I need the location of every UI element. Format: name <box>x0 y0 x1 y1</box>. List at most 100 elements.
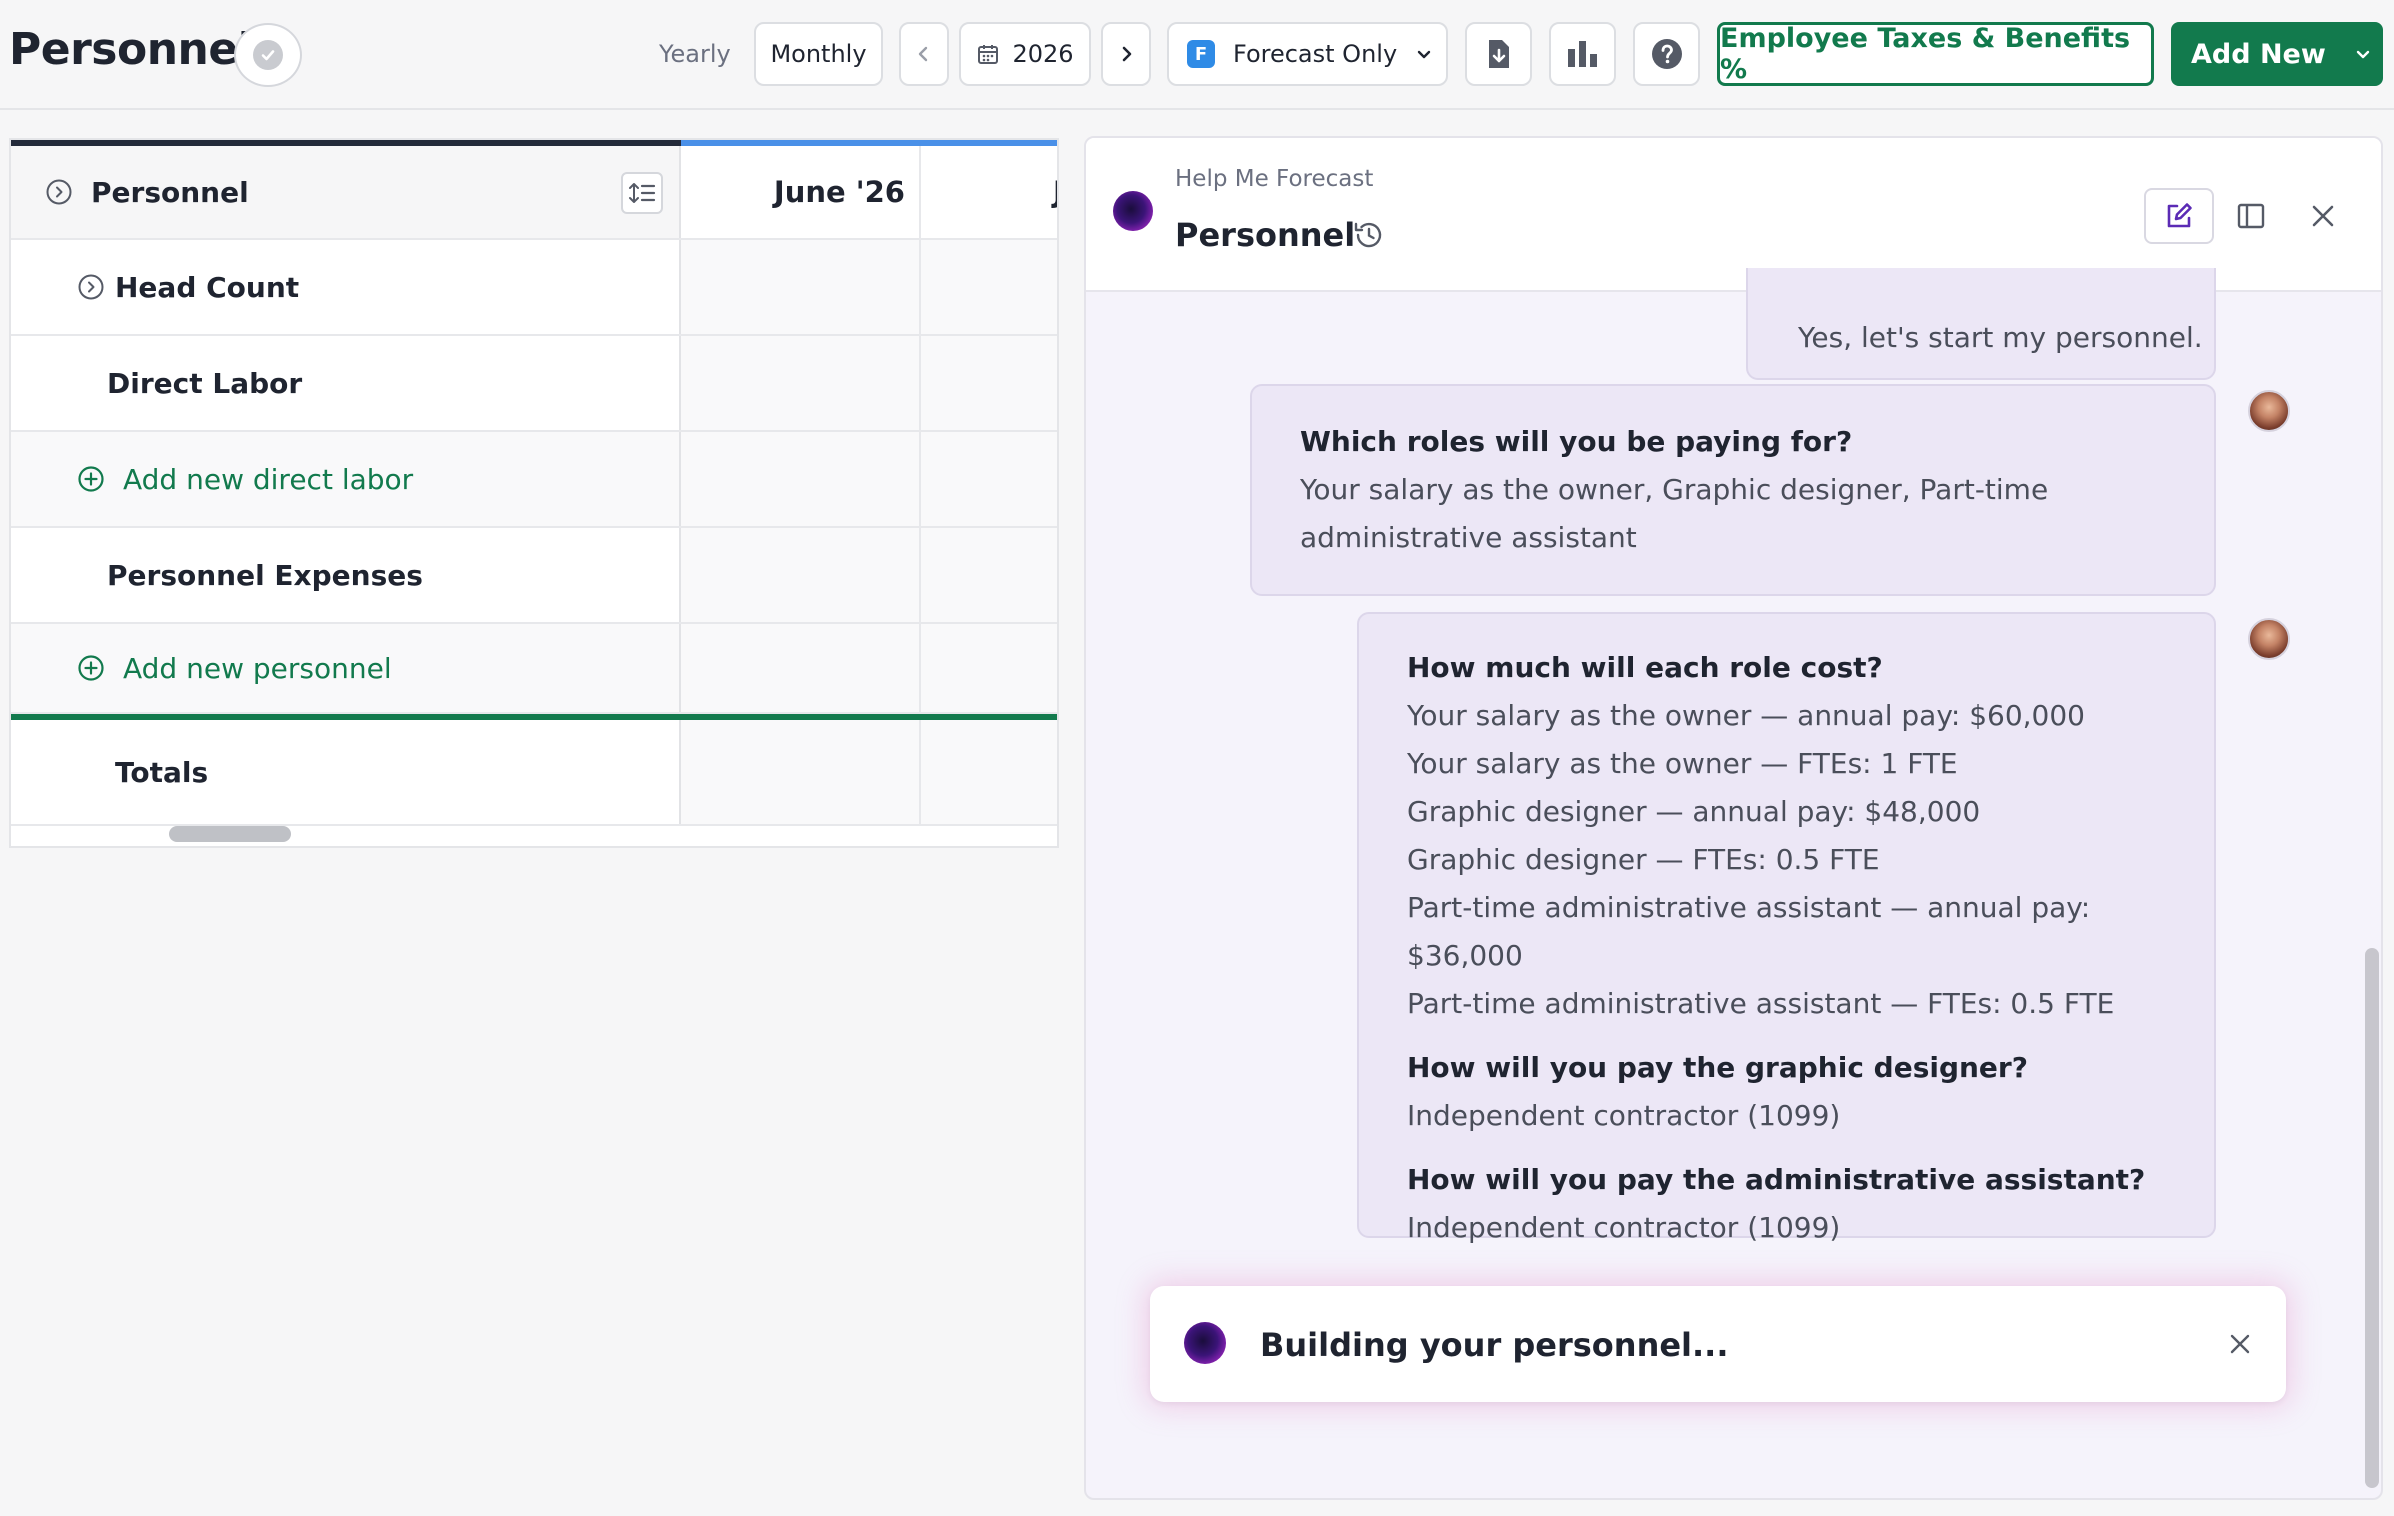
grid-cell <box>921 432 1057 526</box>
add-direct-labor-link[interactable]: Add new direct labor <box>77 463 413 496</box>
grid-cell <box>921 624 1057 712</box>
employee-taxes-benefits-button[interactable]: Employee Taxes & Benefits % <box>1717 22 2154 86</box>
view-yearly-tab[interactable]: Yearly <box>659 40 731 68</box>
status-check-icon[interactable] <box>234 23 302 87</box>
page-title: Personnel <box>9 24 253 75</box>
question-text: How much will each role cost? <box>1407 651 1883 684</box>
forecast-badge-icon: F <box>1187 40 1215 68</box>
file-download-icon <box>1488 40 1509 68</box>
grid-row-direct-labor[interactable]: Direct Labor <box>11 336 1057 432</box>
chart-view-button[interactable] <box>1549 22 1616 86</box>
user-message-bubble: Yes, let's start my personnel. <box>1746 268 2216 380</box>
add-personnel-link[interactable]: Add new personnel <box>77 652 392 685</box>
sort-rows-button[interactable] <box>621 172 663 214</box>
assistant-orb-icon <box>1113 191 1153 231</box>
answer-text: Independent contractor (1099) <box>1407 1099 1841 1132</box>
close-icon <box>2312 205 2334 227</box>
grid-cell <box>681 432 921 526</box>
user-avatar <box>2248 618 2290 660</box>
grid-header-row: Personnel June '26 J <box>11 146 1057 240</box>
expand-circle-icon[interactable] <box>77 273 105 301</box>
row-label: Head Count <box>115 270 300 304</box>
help-icon <box>1651 39 1682 69</box>
grid-cell <box>681 624 921 712</box>
add-personnel-label: Add new personnel <box>123 651 392 685</box>
grid-row-add-direct-labor: Add new direct labor <box>11 432 1057 528</box>
help-button[interactable] <box>1633 22 1700 86</box>
answer-text: Graphic designer — FTEs: 0.5 FTE <box>1407 843 1880 876</box>
question-text: How will you pay the administrative assi… <box>1407 1163 2146 1196</box>
building-status-toast: Building your personnel... <box>1150 1286 2286 1402</box>
bar-chart-icon <box>1567 41 1597 67</box>
panel-subtitle: Help Me Forecast <box>1175 166 1374 192</box>
question-text: Which roles will you be paying for? <box>1300 425 1853 458</box>
year-picker[interactable]: 2026 <box>959 22 1091 86</box>
top-bar: Personnel Yearly Monthly 2026 F Forecast… <box>0 0 2394 110</box>
grid-row-head-count[interactable]: Head Count <box>11 240 1057 336</box>
grid-row-totals: Totals <box>11 720 1057 824</box>
dock-panel-button[interactable] <box>2216 188 2286 244</box>
add-direct-labor-label: Add new direct labor <box>123 462 414 496</box>
grid-row-personnel-expenses[interactable]: Personnel Expenses <box>11 528 1057 624</box>
grid-cell[interactable] <box>921 336 1057 430</box>
plus-circle-icon <box>78 655 104 681</box>
grid-cell[interactable] <box>921 528 1057 622</box>
answer-text: administrative assistant <box>1300 521 1637 554</box>
grid-cell[interactable] <box>681 336 921 430</box>
row-label: Direct Labor <box>107 366 303 400</box>
row-label: Personnel Expenses <box>107 558 423 592</box>
month-header-next: J <box>921 146 1057 238</box>
answer-bubble-costs: How much will each role cost? Your salar… <box>1357 612 2216 1244</box>
chat-scroll-thumb[interactable] <box>2365 948 2379 1488</box>
assistant-orb-icon <box>1184 1322 1226 1364</box>
edit-icon <box>2167 203 2192 228</box>
add-new-label: Add New <box>2191 38 2326 70</box>
sort-list-icon <box>629 183 656 203</box>
year-label: 2026 <box>1012 40 1074 68</box>
panel-title: Personnel <box>1175 216 1356 254</box>
chevron-down-icon <box>2356 50 2370 59</box>
answer-text: Graphic designer — annual pay: $48,000 <box>1407 795 1981 828</box>
scenario-dropdown[interactable]: F Forecast Only <box>1167 22 1448 86</box>
grid-cell <box>681 720 921 824</box>
export-button[interactable] <box>1465 22 1532 86</box>
answer-text: Part-time administrative assistant — FTE… <box>1407 987 2115 1020</box>
answer-text: Independent contractor (1099) <box>1407 1211 1841 1244</box>
horizontal-scroll-thumb[interactable] <box>169 826 291 842</box>
edit-button[interactable] <box>2144 188 2214 244</box>
horizontal-scrollbar[interactable] <box>11 824 1057 846</box>
calendar-icon <box>978 45 999 64</box>
grid-cell[interactable] <box>681 528 921 622</box>
answer-text: Your salary as the owner — FTEs: 1 FTE <box>1407 747 1958 780</box>
expand-circle-icon[interactable] <box>45 178 73 206</box>
sidebar-layout-icon <box>2237 203 2265 229</box>
month-header-june: June '26 <box>681 146 921 238</box>
prev-year-button[interactable] <box>899 22 949 86</box>
chevron-down-icon <box>1417 50 1431 59</box>
question-text: How will you pay the graphic designer? <box>1407 1051 2028 1084</box>
grid-header-label: Personnel <box>91 175 249 209</box>
plus-circle-icon <box>78 466 104 492</box>
help-me-forecast-panel: Help Me Forecast Personnel Yes, let's st… <box>1084 136 2383 1500</box>
user-message-text: Yes, let's start my personnel. <box>1798 321 2203 354</box>
close-panel-button[interactable] <box>2288 188 2358 244</box>
scenario-label: Forecast Only <box>1233 40 1398 68</box>
user-avatar <box>2248 390 2290 432</box>
view-monthly-tab[interactable]: Monthly <box>754 22 883 86</box>
grid-cell[interactable] <box>921 240 1057 334</box>
grid-cell <box>921 720 1057 824</box>
answer-text: Part-time administrative assistant — ann… <box>1407 891 2091 972</box>
answer-bubble-roles: Which roles will you be paying for? Your… <box>1250 384 2216 596</box>
add-new-button[interactable]: Add New <box>2171 22 2383 86</box>
chevron-right-icon <box>1122 46 1132 62</box>
close-icon[interactable] <box>2228 1332 2252 1356</box>
grid-row-add-personnel: Add new personnel <box>11 624 1057 714</box>
next-year-button[interactable] <box>1101 22 1151 86</box>
chevron-left-icon <box>918 46 928 62</box>
personnel-grid: Personnel June '26 J Head Count Direct L… <box>9 138 1059 848</box>
row-label: Totals <box>115 755 209 789</box>
toast-message: Building your personnel... <box>1260 1326 1729 1364</box>
history-icon[interactable] <box>1352 218 1386 252</box>
grid-cell[interactable] <box>681 240 921 334</box>
answer-text: Your salary as the owner — annual pay: $… <box>1407 699 2085 732</box>
